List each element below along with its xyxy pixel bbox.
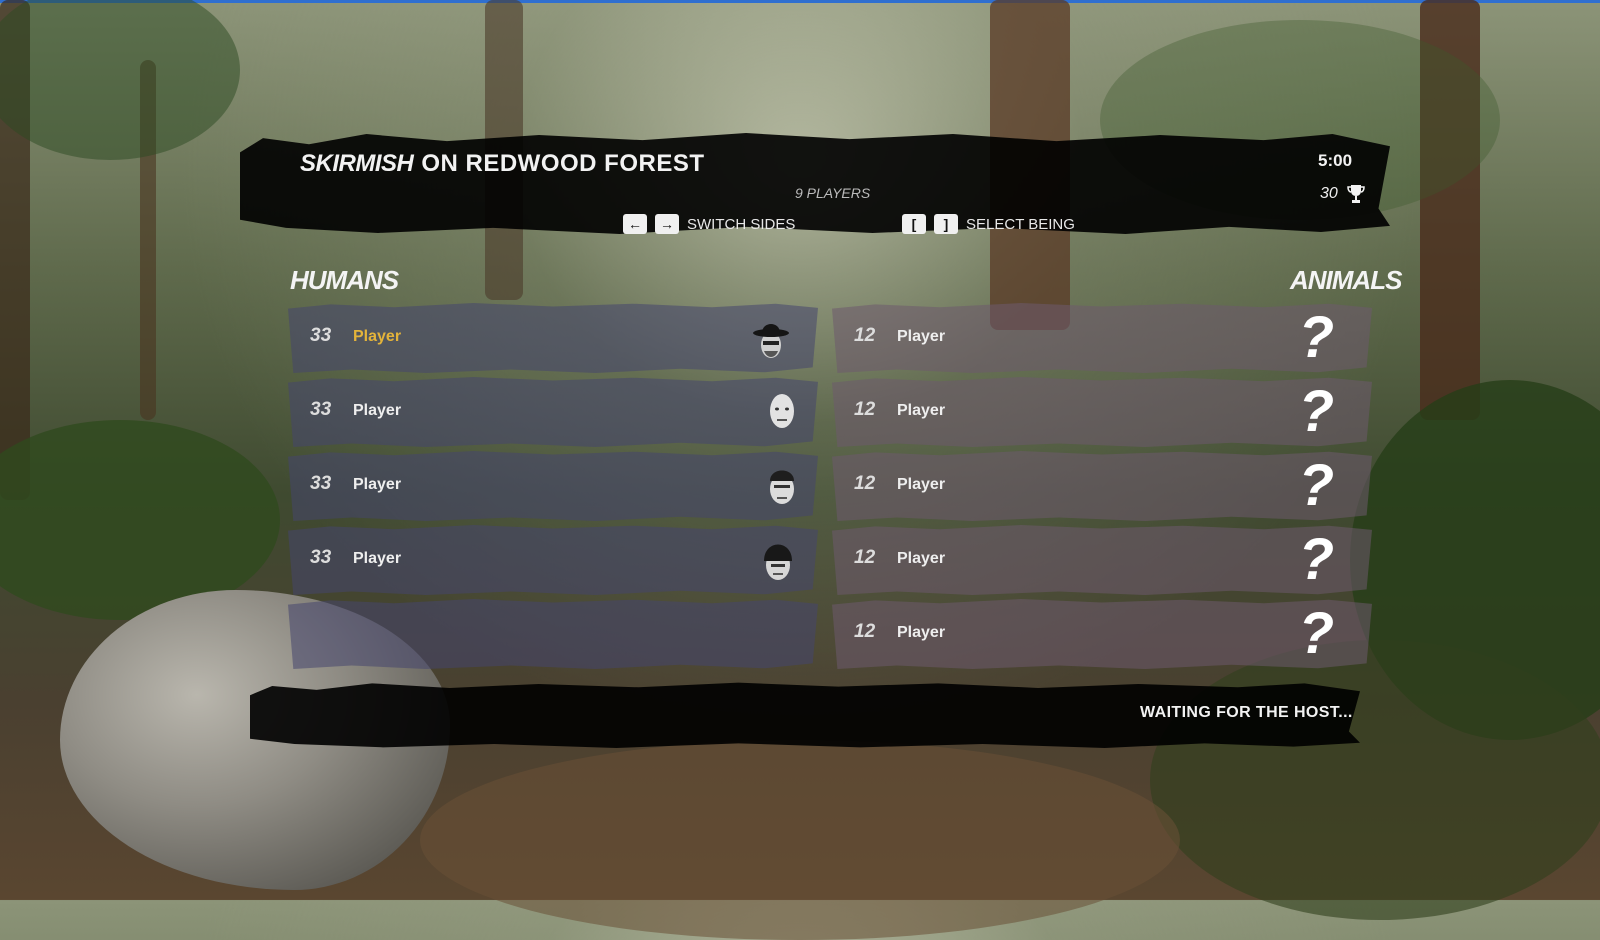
unknown-being-icon: ? bbox=[1298, 379, 1334, 444]
unknown-being-icon: ? bbox=[1298, 453, 1334, 518]
bracket-left-key[interactable]: [ bbox=[902, 214, 926, 234]
switch-sides-label: SWITCH SIDES bbox=[687, 215, 796, 233]
map-name: ON REDWOOD FOREST bbox=[421, 150, 705, 177]
trophy-icon bbox=[1347, 185, 1365, 203]
player-name: Player bbox=[897, 328, 946, 345]
unknown-being-icon: ? bbox=[1298, 305, 1334, 370]
player-level: 33 bbox=[310, 547, 332, 568]
score-limit: 30 bbox=[1320, 185, 1338, 202]
player-level: 12 bbox=[854, 547, 876, 568]
arrow-right-key[interactable]: → bbox=[655, 214, 679, 234]
header-panel bbox=[240, 133, 1390, 234]
animal-slot-2[interactable]: 12 Player ? bbox=[832, 377, 1372, 447]
player-level: 33 bbox=[310, 473, 332, 494]
player-level: 12 bbox=[854, 399, 876, 420]
human-slot-5-empty[interactable] bbox=[288, 599, 818, 669]
unknown-being-icon: ? bbox=[1298, 601, 1334, 666]
player-level: 12 bbox=[854, 325, 876, 346]
player-name: Player bbox=[897, 550, 946, 567]
select-being-label: SELECT BEING bbox=[966, 215, 1075, 233]
human-slot-3[interactable]: 33 Player bbox=[288, 451, 818, 521]
beanie-avatar-icon bbox=[764, 544, 792, 580]
player-name: Player bbox=[353, 402, 402, 419]
unknown-being-icon: ? bbox=[1298, 527, 1334, 592]
player-name: Player bbox=[897, 402, 946, 419]
animal-slot-1[interactable]: 12 Player ? bbox=[832, 303, 1372, 373]
player-level: 33 bbox=[310, 399, 332, 420]
bald-avatar-icon bbox=[770, 394, 794, 428]
switch-sides-hint[interactable]: ← → SWITCH SIDES bbox=[623, 214, 795, 234]
game-mode: SKIRMISH bbox=[300, 150, 414, 177]
animal-slot-3[interactable]: 12 Player ? bbox=[832, 451, 1372, 521]
player-level: 12 bbox=[854, 621, 876, 642]
arrow-left-key[interactable]: ← bbox=[623, 214, 647, 234]
animal-slot-4[interactable]: 12 Player ? bbox=[832, 525, 1372, 595]
human-slot-1[interactable]: 33 Player bbox=[288, 303, 818, 373]
players-count: 9 PLAYERS bbox=[795, 185, 871, 201]
player-name: Player bbox=[353, 550, 402, 567]
top-accent-line bbox=[0, 0, 1600, 3]
player-level: 12 bbox=[854, 473, 876, 494]
cowboy-hat-avatar-icon bbox=[753, 324, 789, 358]
humans-team-label: HUMANS bbox=[290, 265, 399, 295]
player-name: Player bbox=[897, 476, 946, 493]
animal-slot-5[interactable]: 12 Player ? bbox=[832, 599, 1372, 669]
waiting-status: WAITING FOR THE HOST... bbox=[1140, 704, 1353, 721]
select-being-hint[interactable]: [ ] SELECT BEING bbox=[902, 214, 1075, 234]
player-name: Player bbox=[897, 624, 946, 641]
cap-avatar-icon bbox=[770, 470, 794, 504]
page-title: SKIRMISH ON REDWOOD FOREST bbox=[300, 150, 705, 178]
player-name: Player bbox=[353, 476, 402, 493]
match-timer: 5:00 bbox=[1318, 151, 1353, 170]
bracket-right-key[interactable]: ] bbox=[934, 214, 958, 234]
human-slot-2[interactable]: 33 Player bbox=[288, 377, 818, 447]
animals-team-label: ANIMALS bbox=[1290, 265, 1402, 295]
player-level: 33 bbox=[310, 325, 332, 346]
human-slot-4[interactable]: 33 Player bbox=[288, 525, 818, 595]
player-name: Player bbox=[353, 328, 402, 345]
